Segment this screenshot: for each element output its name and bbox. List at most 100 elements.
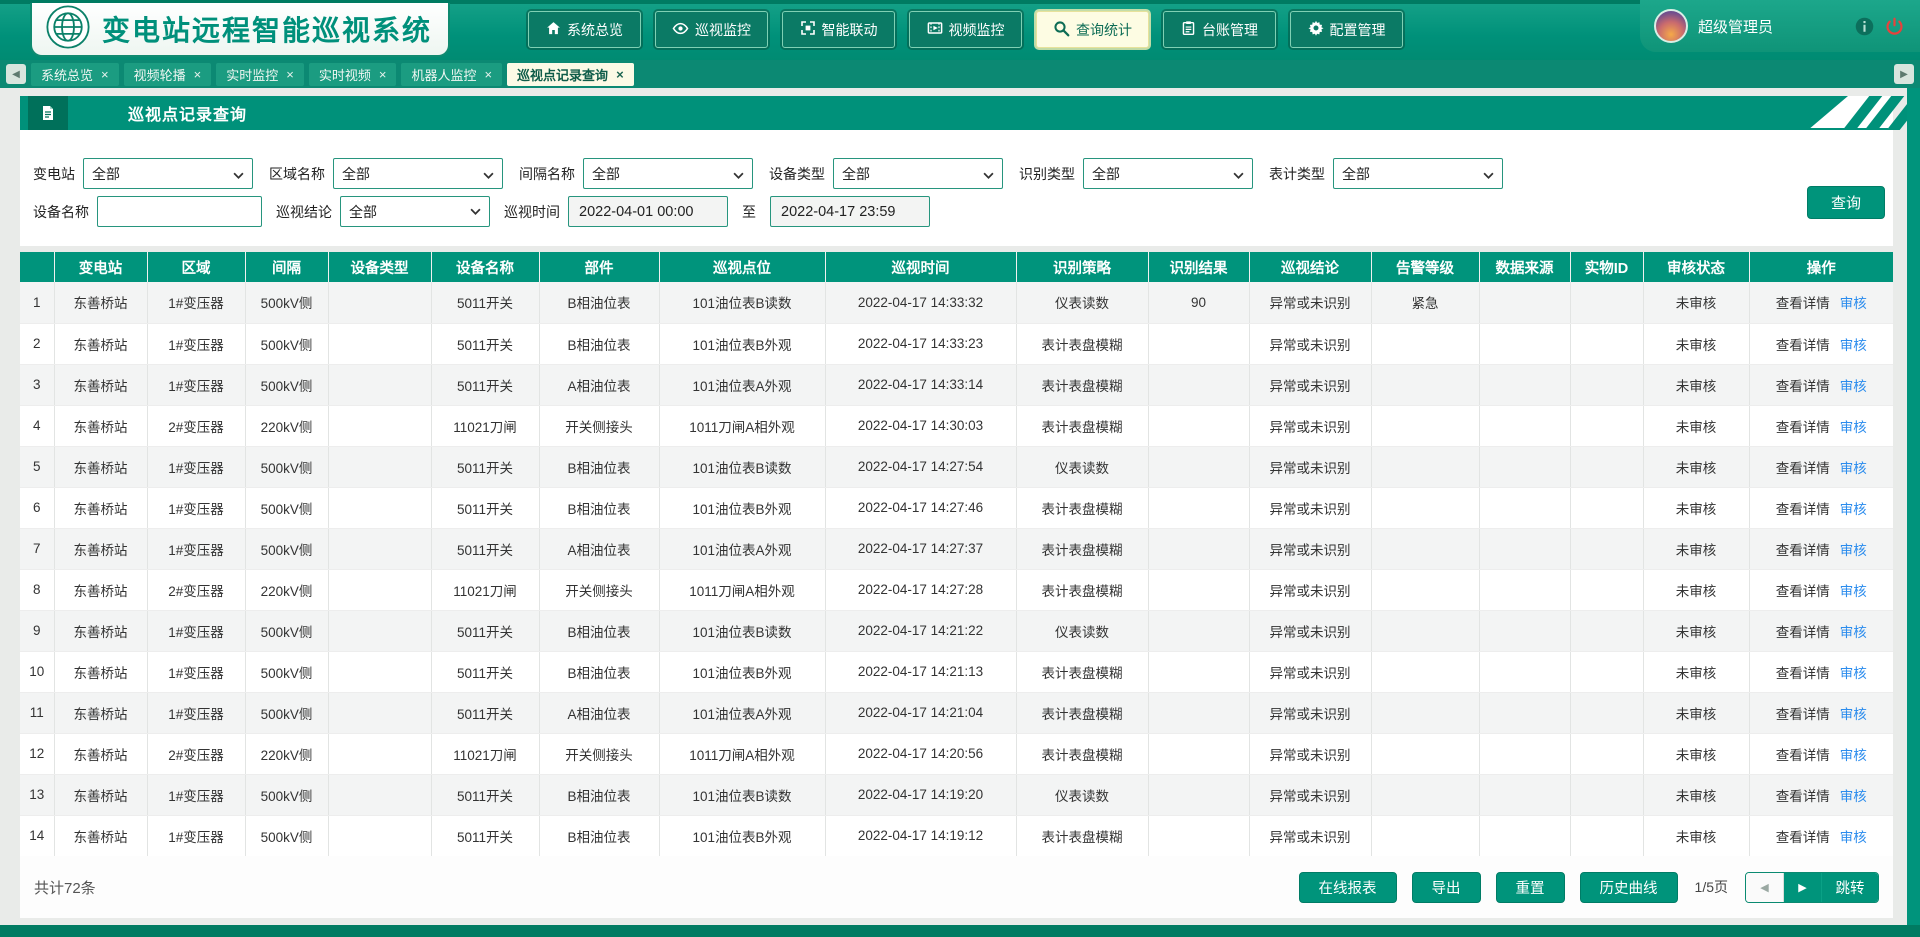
table-row: 9东善桥站1#变压器500kV侧5011开关B相油位表101油位表B读数2022… [20, 610, 1893, 651]
tab-scroll-right-button[interactable]: ▶ [1894, 64, 1914, 84]
tab[interactable]: 视频轮播× [124, 63, 212, 86]
nav-button[interactable]: 巡视监控 [655, 11, 768, 48]
view-detail-link[interactable]: 查看详情 [1776, 543, 1830, 558]
recognition-type-select[interactable]: 全部 [1083, 158, 1253, 189]
audit-link[interactable]: 审核 [1840, 461, 1867, 476]
physical-id-cell [1570, 405, 1643, 446]
tab-close-icon[interactable]: × [101, 68, 109, 81]
workspace: 巡视点记录查询 变电站全部区域名称全部间隔名称全部设备类型全部识别类型全部表计类… [0, 88, 1907, 925]
area-cell: 2#变压器 [147, 733, 245, 774]
row-index-cell: 7 [20, 528, 54, 569]
actions-cell: 查看详情审核 [1749, 774, 1893, 815]
device-type-select[interactable]: 全部 [833, 158, 1003, 189]
reset-button[interactable]: 重置 [1496, 872, 1565, 903]
nav-button[interactable]: 配置管理 [1290, 11, 1403, 48]
view-detail-link[interactable]: 查看详情 [1776, 748, 1830, 763]
device-name-input[interactable] [97, 196, 262, 227]
audit-link[interactable]: 审核 [1840, 379, 1867, 394]
audit-link[interactable]: 审核 [1840, 789, 1867, 804]
export-button[interactable]: 导出 [1412, 872, 1481, 903]
audit-link[interactable]: 审核 [1840, 584, 1867, 599]
avatar[interactable] [1654, 9, 1688, 43]
search-button[interactable]: 查询 [1807, 186, 1885, 219]
nav-button-label: 智能联动 [822, 20, 878, 40]
view-detail-link[interactable]: 查看详情 [1776, 379, 1830, 394]
bay-cell: 500kV侧 [245, 323, 328, 364]
audit-link[interactable]: 审核 [1840, 338, 1867, 353]
view-detail-link[interactable]: 查看详情 [1776, 830, 1830, 845]
nav-button[interactable]: 台账管理 [1163, 11, 1276, 48]
online-report-button[interactable]: 在线报表 [1299, 872, 1397, 903]
part-cell: 开关侧接头 [539, 733, 659, 774]
audit-link[interactable]: 审核 [1840, 296, 1867, 311]
view-detail-link[interactable]: 查看详情 [1776, 707, 1830, 722]
view-detail-link[interactable]: 查看详情 [1776, 461, 1830, 476]
view-detail-link[interactable]: 查看详情 [1776, 666, 1830, 681]
bay-cell: 500kV侧 [245, 692, 328, 733]
inspection-time-cell: 2022-04-17 14:19:20 [825, 774, 1016, 815]
tab-close-icon[interactable]: × [286, 68, 294, 81]
tab-close-icon[interactable]: × [484, 68, 492, 81]
audit-link[interactable]: 审核 [1840, 543, 1867, 558]
bay-cell: 500kV侧 [245, 282, 328, 323]
nav-button[interactable]: 视频监控 [909, 11, 1022, 48]
view-detail-link[interactable]: 查看详情 [1776, 420, 1830, 435]
ledger-icon [1181, 20, 1196, 39]
nav-button[interactable]: 系统总览 [528, 11, 641, 48]
view-detail-link[interactable]: 查看详情 [1776, 296, 1830, 311]
audit-link[interactable]: 审核 [1840, 748, 1867, 763]
info-icon[interactable] [1854, 16, 1874, 36]
region-select[interactable]: 全部 [333, 158, 503, 189]
audit-link[interactable]: 审核 [1840, 666, 1867, 681]
tab[interactable]: 实时视频× [309, 63, 397, 86]
part-cell: A相油位表 [539, 364, 659, 405]
tab-close-icon[interactable]: × [194, 68, 202, 81]
view-detail-link[interactable]: 查看详情 [1776, 789, 1830, 804]
bay-cell: 500kV侧 [245, 651, 328, 692]
device-name-cell: 5011开关 [431, 487, 539, 528]
view-detail-link[interactable]: 查看详情 [1776, 625, 1830, 640]
row-index-cell: 11 [20, 692, 54, 733]
station-select[interactable]: 全部 [83, 158, 253, 189]
time-from-input[interactable]: 2022-04-01 00:00 [568, 196, 728, 227]
tab-bar: ◀ 系统总览×视频轮播×实时监控×实时视频×机器人监控×巡视点记录查询× ▶ [0, 60, 1920, 88]
audit-link[interactable]: 审核 [1840, 420, 1867, 435]
audit-link[interactable]: 审核 [1840, 502, 1867, 517]
jump-button[interactable]: 跳转 [1822, 873, 1878, 902]
view-detail-link[interactable]: 查看详情 [1776, 584, 1830, 599]
tab-label: 系统总览 [41, 65, 93, 84]
view-detail-link[interactable]: 查看详情 [1776, 338, 1830, 353]
tab[interactable]: 机器人监控× [401, 63, 502, 86]
tab[interactable]: 巡视点记录查询× [507, 63, 634, 86]
audit-link[interactable]: 审核 [1840, 830, 1867, 845]
next-page-button[interactable]: ▶ [1784, 873, 1822, 902]
row-index-cell: 1 [20, 282, 54, 323]
bay-cell: 500kV侧 [245, 364, 328, 405]
tab-list: 系统总览×视频轮播×实时监控×实时视频×机器人监控×巡视点记录查询× [31, 63, 634, 86]
column-header: 设备类型 [328, 252, 431, 282]
tab[interactable]: 实时监控× [216, 63, 304, 86]
nav-button[interactable]: 查询统计 [1036, 11, 1149, 48]
data-source-cell [1479, 610, 1570, 651]
physical-id-cell [1570, 282, 1643, 323]
meter-type-label: 表计类型 [1269, 164, 1325, 184]
tab-close-icon[interactable]: × [379, 68, 387, 81]
nav-button[interactable]: 智能联动 [782, 11, 895, 48]
chevron-down-icon [733, 166, 744, 182]
eye-icon [672, 20, 689, 40]
audit-link[interactable]: 审核 [1840, 707, 1867, 722]
meter-type-select[interactable]: 全部 [1333, 158, 1503, 189]
time-to-input[interactable]: 2022-04-17 23:59 [770, 196, 930, 227]
tab-close-icon[interactable]: × [616, 68, 624, 81]
power-icon[interactable] [1884, 16, 1904, 36]
tab[interactable]: 系统总览 × [31, 63, 119, 86]
audit-link[interactable]: 审核 [1840, 625, 1867, 640]
view-detail-link[interactable]: 查看详情 [1776, 502, 1830, 517]
prev-page-button[interactable]: ◀ [1746, 873, 1784, 902]
history-curve-button[interactable]: 历史曲线 [1580, 872, 1678, 903]
tab-scroll-left-button[interactable]: ◀ [6, 64, 26, 84]
bay-select[interactable]: 全部 [583, 158, 753, 189]
conclusion-select[interactable]: 全部 [340, 196, 490, 227]
pagination: ◀ ▶ 跳转 [1745, 872, 1879, 903]
table-row: 4东善桥站2#变压器220kV侧11021刀闸开关侧接头1011刀闸A相外观20… [20, 405, 1893, 446]
